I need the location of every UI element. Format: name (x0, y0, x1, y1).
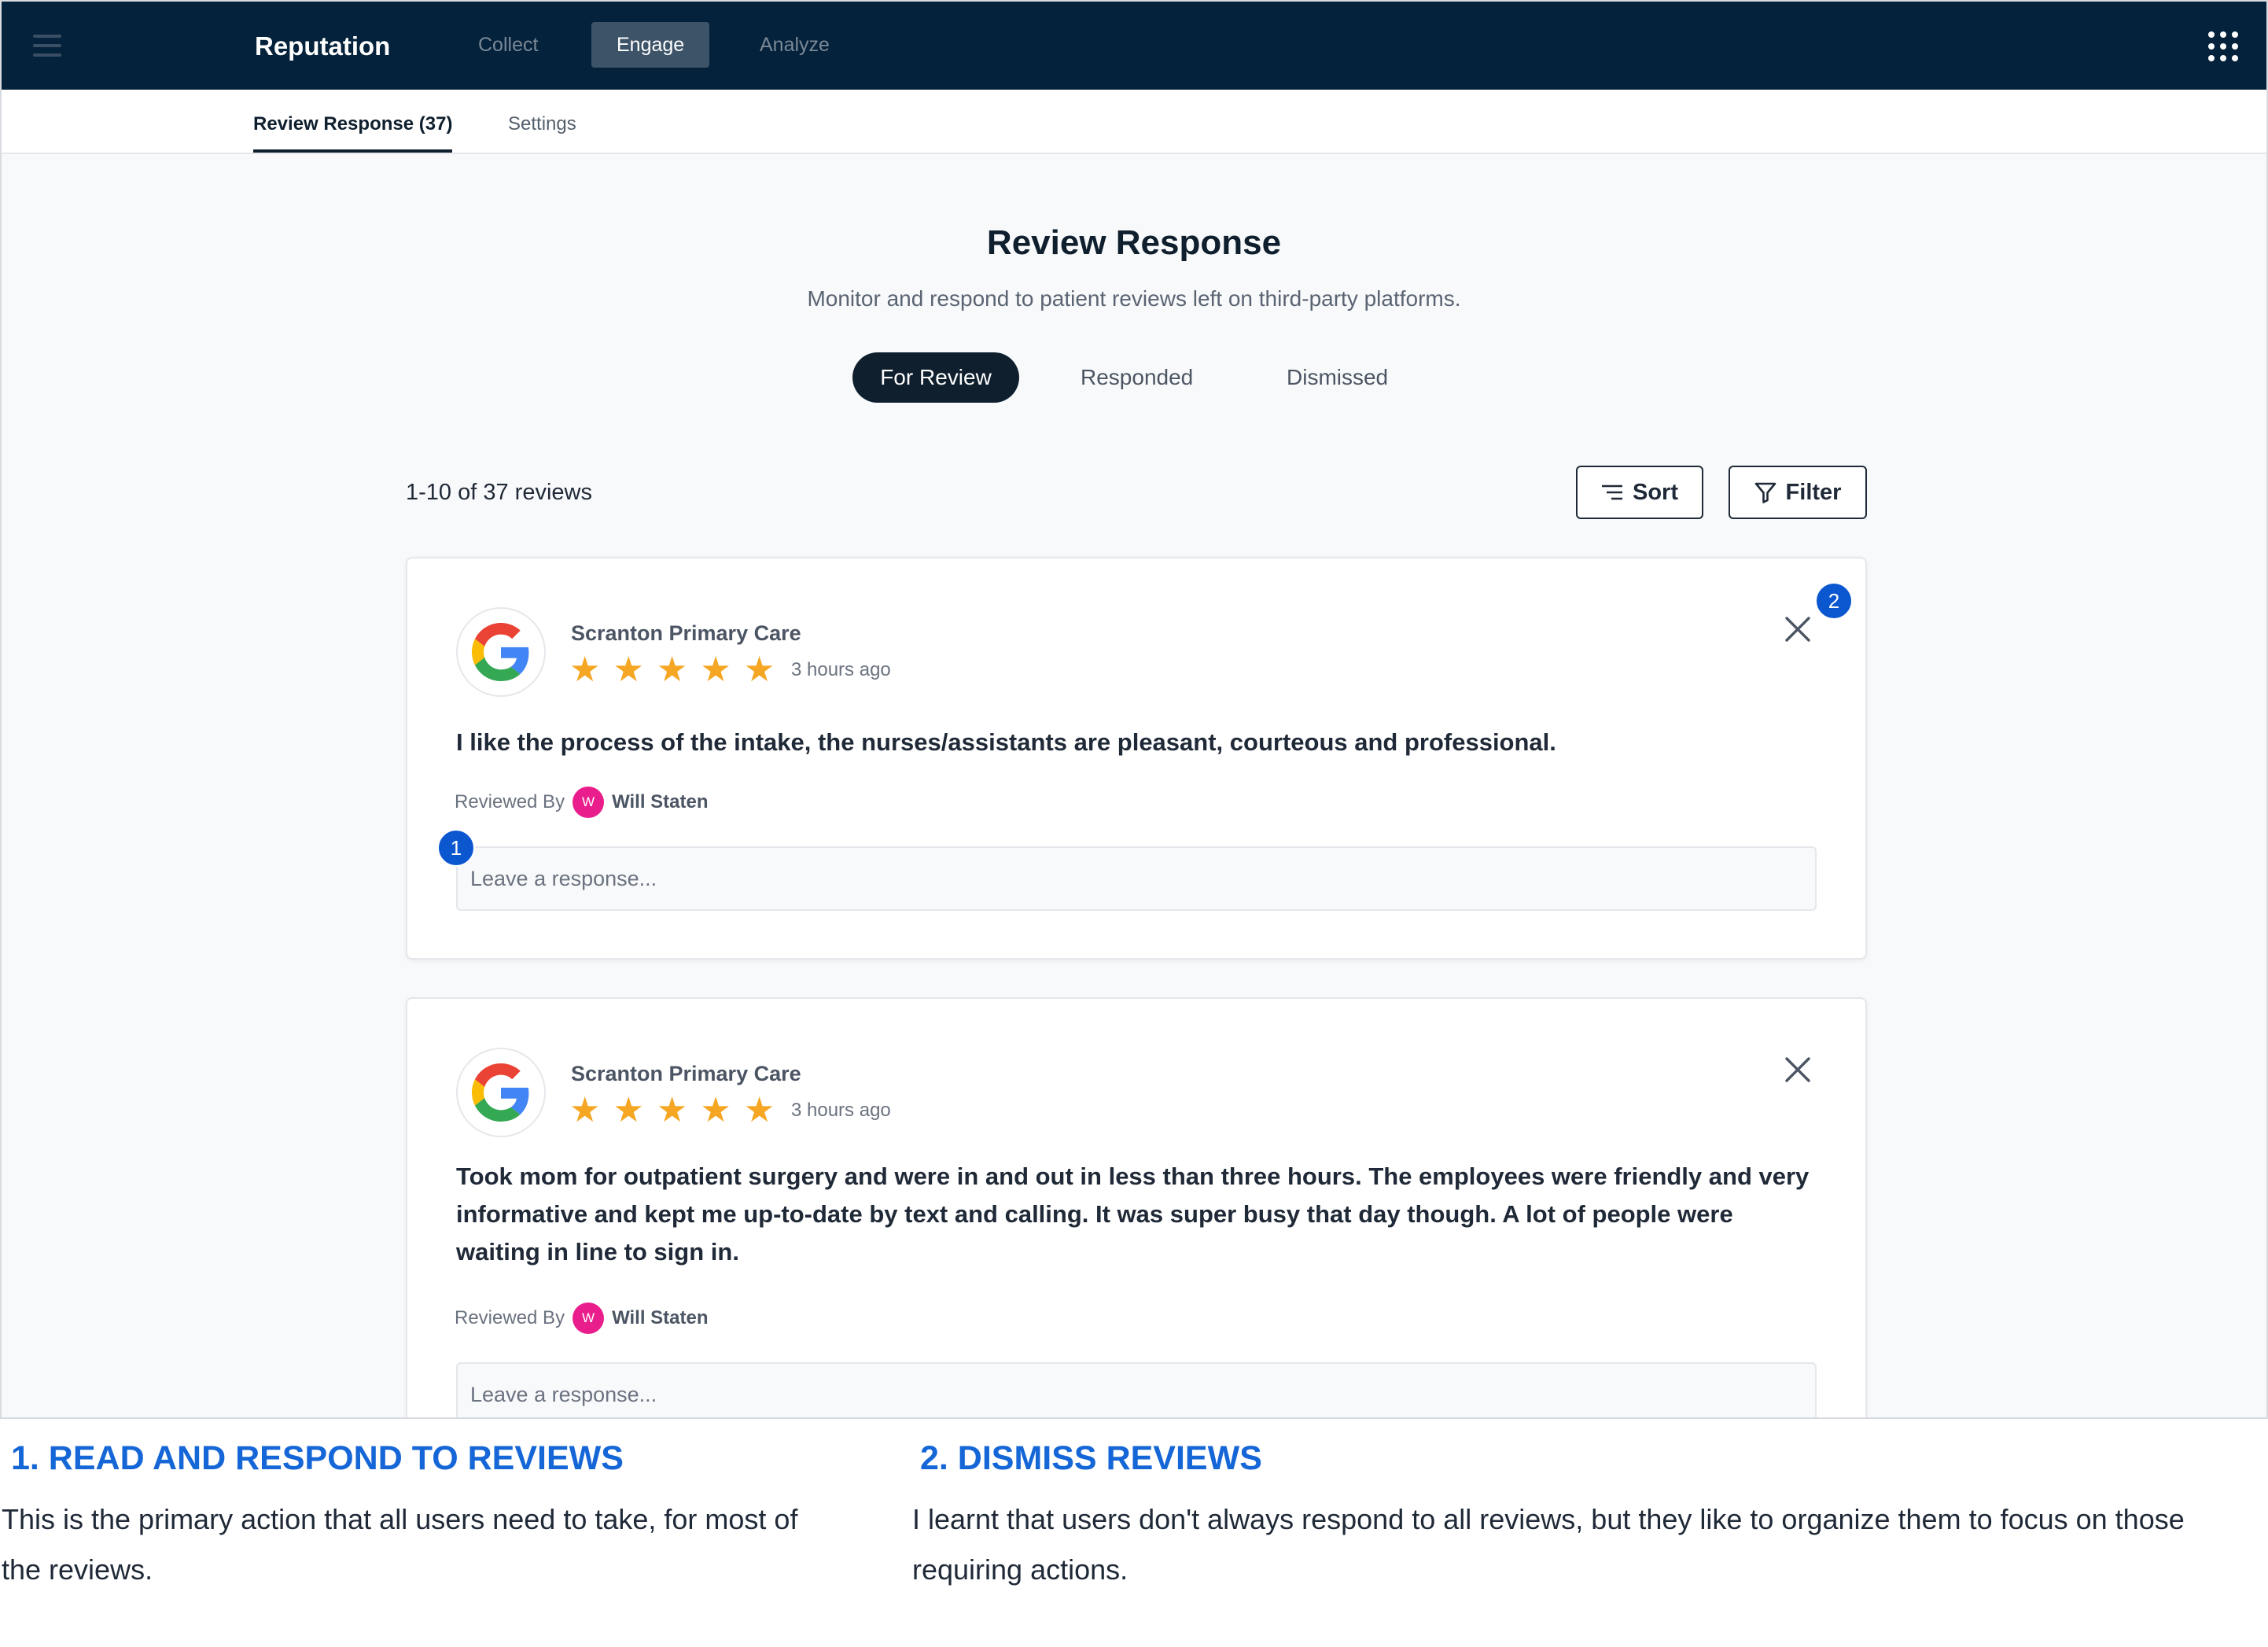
google-logo-icon (456, 1048, 546, 1137)
app-brand: Reputation (255, 31, 391, 61)
google-logo-icon (456, 607, 546, 697)
avatar: W (573, 1302, 605, 1334)
annotation-marker: 2 (1815, 582, 1853, 620)
annotation-body: This is the primary action that all user… (2, 1503, 798, 1586)
tab-settings[interactable]: Settings (508, 113, 576, 135)
annotation-marker: 1 (437, 829, 475, 867)
page-subtitle: Monitor and respond to patient reviews l… (807, 286, 1461, 311)
sort-button[interactable]: Sort (1576, 466, 1703, 519)
sort-icon (1602, 485, 1622, 500)
annotation-title: 2. DISMISS REVIEWS (920, 1439, 1262, 1477)
close-icon[interactable] (1782, 1054, 1813, 1085)
sub-navigation: Review Response (37) Settings (2, 90, 2266, 154)
location-name: Scranton Primary Care (571, 621, 801, 645)
response-input[interactable] (456, 846, 1817, 911)
star-icon: ★ (613, 650, 644, 689)
location-name: Scranton Primary Care (571, 1062, 801, 1085)
status-tab-responded[interactable]: Responded (1081, 352, 1193, 403)
reviewer-name: Will Staten (612, 791, 709, 812)
review-card: Scranton Primary Care ★ ★ ★ ★ ★ 3 hours … (406, 997, 1867, 1417)
star-icon: ★ (656, 650, 688, 689)
nav-tab-collect[interactable]: Collect (453, 22, 563, 68)
sort-label: Sort (1633, 479, 1678, 505)
filter-button[interactable]: Filter (1729, 466, 1867, 519)
reviewed-by: Reviewed By W Will Staten (455, 1302, 709, 1334)
nav-tab-engage[interactable]: Engage (591, 22, 710, 68)
star-icon: ★ (656, 1091, 688, 1129)
reviewed-by-label: Reviewed By (455, 1307, 565, 1328)
annotation-body: I learnt that users don't always respond… (912, 1503, 2185, 1586)
review-time: 3 hours ago (791, 1100, 891, 1121)
menu-icon[interactable] (33, 35, 61, 57)
close-icon[interactable] (1782, 613, 1813, 645)
app-window: Reputation Collect Engage Analyze Review… (0, 0, 2268, 1419)
star-rating: ★ ★ ★ ★ ★ (569, 653, 775, 687)
app-grid-icon[interactable] (2208, 31, 2238, 61)
page-title: Review Response (986, 223, 1282, 262)
status-tab-for-review[interactable]: For Review (852, 352, 1019, 403)
filter-label: Filter (1785, 479, 1842, 505)
review-text: I like the process of the intake, the nu… (456, 728, 1556, 756)
star-icon: ★ (743, 1091, 775, 1129)
annotation-title: 1. READ AND RESPOND TO REVIEWS (11, 1439, 624, 1477)
star-icon: ★ (700, 650, 731, 689)
star-rating: ★ ★ ★ ★ ★ (569, 1093, 775, 1128)
star-icon: ★ (700, 1091, 731, 1129)
response-input[interactable] (456, 1362, 1817, 1417)
reviewed-by: Reviewed By W Will Staten (455, 787, 709, 818)
review-text: Took mom for outpatient surgery and were… (456, 1162, 1810, 1266)
review-time: 3 hours ago (791, 659, 891, 680)
avatar: W (573, 787, 605, 818)
star-icon: ★ (613, 1091, 644, 1129)
star-icon: ★ (743, 650, 775, 689)
star-icon: ★ (569, 1091, 601, 1129)
star-icon: ★ (569, 650, 601, 689)
nav-tab-analyze[interactable]: Analyze (735, 22, 855, 68)
filter-icon (1754, 482, 1776, 503)
review-card: Scranton Primary Care ★ ★ ★ ★ ★ 3 hours … (406, 557, 1867, 960)
top-navigation-bar: Reputation Collect Engage Analyze (2, 2, 2266, 90)
reviewed-by-label: Reviewed By (455, 791, 565, 812)
reviewer-name: Will Staten (612, 1307, 709, 1328)
status-tab-dismissed[interactable]: Dismissed (1287, 352, 1388, 403)
review-count: 1-10 of 37 reviews (406, 480, 592, 505)
tab-review-response[interactable]: Review Response (37) (253, 113, 453, 153)
